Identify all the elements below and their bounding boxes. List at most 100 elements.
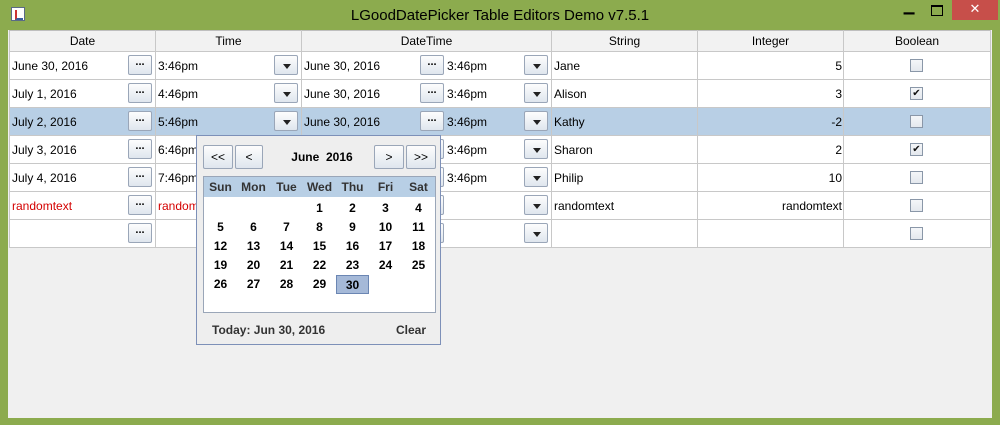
- string-cell[interactable]: [551, 219, 698, 248]
- boolean-cell[interactable]: [843, 191, 991, 220]
- calendar-day[interactable]: 5: [204, 218, 237, 237]
- integer-cell[interactable]: [697, 219, 844, 248]
- previous-year-button[interactable]: <<: [203, 145, 233, 169]
- datetime-cell[interactable]: June 30, 2016... 3:46pm: [301, 51, 552, 80]
- calendar-day[interactable]: 10: [369, 218, 402, 237]
- table-row[interactable]: July 4, 2016...7:46pm... 3:46pm Philip 10: [9, 163, 991, 192]
- month-year-label[interactable]: June 2016: [277, 150, 367, 164]
- date-picker-button[interactable]: ...: [128, 223, 152, 243]
- calendar-day[interactable]: 19: [204, 256, 237, 275]
- column-header-date[interactable]: Date: [9, 30, 156, 52]
- column-header-boolean[interactable]: Boolean: [843, 30, 991, 52]
- boolean-cell[interactable]: [843, 219, 991, 248]
- date-picker-button[interactable]: ...: [128, 111, 152, 131]
- table-row[interactable]: July 1, 2016... 4:46pm June 30, 2016... 3:4…: [9, 79, 991, 108]
- integer-cell[interactable]: 5: [697, 51, 844, 80]
- date-picker-button[interactable]: ...: [128, 139, 152, 159]
- calendar-day[interactable]: 23: [336, 256, 369, 275]
- calendar-day[interactable]: 17: [369, 237, 402, 256]
- time-dropdown-button[interactable]: [274, 83, 298, 103]
- boolean-cell[interactable]: [843, 51, 991, 80]
- month-label[interactable]: June: [291, 150, 319, 164]
- boolean-checkbox[interactable]: [910, 227, 923, 240]
- calendar-day[interactable]: 3: [369, 199, 402, 218]
- year-label[interactable]: 2016: [326, 150, 353, 164]
- calendar-day[interactable]: 22: [303, 256, 336, 275]
- maximize-button[interactable]: [924, 0, 950, 20]
- date-cell[interactable]: July 1, 2016...: [9, 79, 156, 108]
- datetime-time-dropdown-button[interactable]: [524, 83, 548, 103]
- clear-link[interactable]: Clear: [396, 323, 426, 337]
- calendar-day[interactable]: 7: [270, 218, 303, 237]
- datetime-cell[interactable]: June 30, 2016... 3:46pm: [301, 79, 552, 108]
- calendar-day[interactable]: 21: [270, 256, 303, 275]
- datetime-time-dropdown-button[interactable]: [524, 223, 548, 243]
- table-row[interactable]: ......: [9, 219, 991, 248]
- table-row[interactable]: July 3, 2016...6:46pm... 3:46pm Sharon 2 ✔: [9, 135, 991, 164]
- calendar-day[interactable]: 24: [369, 256, 402, 275]
- calendar-day[interactable]: 13: [237, 237, 270, 256]
- date-cell[interactable]: July 4, 2016...: [9, 163, 156, 192]
- date-cell[interactable]: ...: [9, 219, 156, 248]
- calendar-day[interactable]: 1: [303, 199, 336, 218]
- date-cell[interactable]: June 30, 2016...: [9, 51, 156, 80]
- column-header-time[interactable]: Time: [155, 30, 302, 52]
- boolean-cell[interactable]: ✔: [843, 135, 991, 164]
- boolean-checkbox[interactable]: [910, 115, 923, 128]
- date-picker-button[interactable]: ...: [128, 83, 152, 103]
- datetime-cell[interactable]: June 30, 2016... 3:46pm: [301, 107, 552, 136]
- time-cell[interactable]: 4:46pm: [155, 79, 302, 108]
- integer-cell[interactable]: -2: [697, 107, 844, 136]
- previous-month-button[interactable]: <: [235, 145, 263, 169]
- date-picker-button[interactable]: ...: [128, 167, 152, 187]
- string-cell[interactable]: Jane: [551, 51, 698, 80]
- calendar-day[interactable]: 6: [237, 218, 270, 237]
- integer-cell[interactable]: 10: [697, 163, 844, 192]
- calendar-day[interactable]: 29: [303, 275, 336, 294]
- boolean-checkbox[interactable]: [910, 59, 923, 72]
- boolean-cell[interactable]: [843, 107, 991, 136]
- calendar-day[interactable]: 15: [303, 237, 336, 256]
- date-cell[interactable]: randomtext...: [9, 191, 156, 220]
- integer-cell[interactable]: 2: [697, 135, 844, 164]
- string-cell[interactable]: randomtext: [551, 191, 698, 220]
- calendar-day[interactable]: 14: [270, 237, 303, 256]
- table-row[interactable]: July 2, 2016... 5:46pm June 30, 2016... 3:4…: [9, 107, 991, 136]
- calendar-day[interactable]: 20: [237, 256, 270, 275]
- column-header-string[interactable]: String: [551, 30, 698, 52]
- calendar-day[interactable]: 18: [402, 237, 435, 256]
- string-cell[interactable]: Kathy: [551, 107, 698, 136]
- boolean-checkbox[interactable]: ✔: [910, 87, 923, 100]
- boolean-cell[interactable]: [843, 163, 991, 192]
- time-cell[interactable]: 3:46pm: [155, 51, 302, 80]
- integer-cell[interactable]: 3: [697, 79, 844, 108]
- datetime-time-dropdown-button[interactable]: [524, 167, 548, 187]
- today-link[interactable]: Today: Jun 30, 2016: [212, 323, 325, 337]
- datetime-date-picker-button[interactable]: ...: [420, 111, 444, 131]
- time-dropdown-button[interactable]: [274, 55, 298, 75]
- table-row[interactable]: randomtext...random... randomtext randomte…: [9, 191, 991, 220]
- boolean-checkbox[interactable]: [910, 171, 923, 184]
- calendar-day[interactable]: 8: [303, 218, 336, 237]
- calendar-day[interactable]: 9: [336, 218, 369, 237]
- calendar-day[interactable]: 26: [204, 275, 237, 294]
- datetime-time-dropdown-button[interactable]: [524, 195, 548, 215]
- boolean-checkbox[interactable]: [910, 199, 923, 212]
- string-cell[interactable]: Philip: [551, 163, 698, 192]
- string-cell[interactable]: Alison: [551, 79, 698, 108]
- calendar-day[interactable]: 27: [237, 275, 270, 294]
- calendar-day[interactable]: 11: [402, 218, 435, 237]
- column-header-datetime[interactable]: DateTime: [301, 30, 552, 52]
- boolean-checkbox[interactable]: ✔: [910, 143, 923, 156]
- calendar-day[interactable]: 4: [402, 199, 435, 218]
- date-cell[interactable]: July 2, 2016...: [9, 107, 156, 136]
- string-cell[interactable]: Sharon: [551, 135, 698, 164]
- close-button[interactable]: ✕: [952, 0, 998, 20]
- datetime-time-dropdown-button[interactable]: [524, 111, 548, 131]
- datetime-date-picker-button[interactable]: ...: [420, 55, 444, 75]
- calendar-day[interactable]: 2: [336, 199, 369, 218]
- calendar-day[interactable]: 30: [336, 275, 369, 294]
- date-picker-button[interactable]: ...: [128, 195, 152, 215]
- datetime-date-picker-button[interactable]: ...: [420, 83, 444, 103]
- calendar-day[interactable]: 25: [402, 256, 435, 275]
